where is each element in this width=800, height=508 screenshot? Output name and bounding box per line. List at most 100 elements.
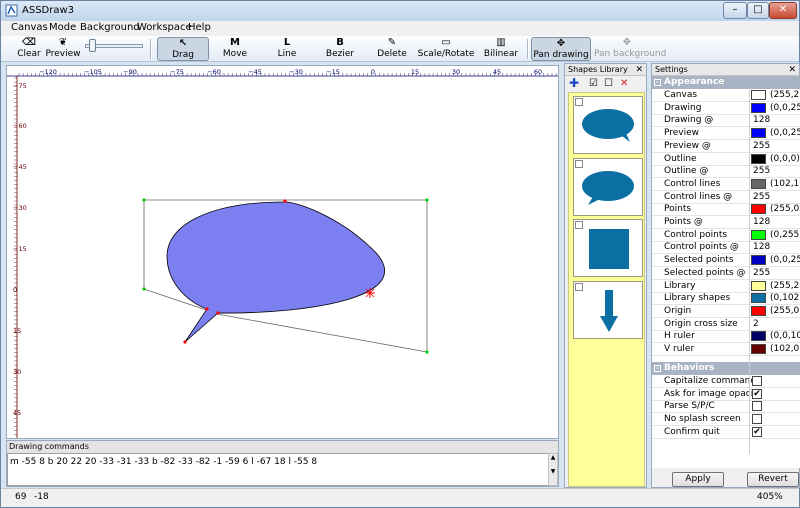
control-point[interactable]	[425, 198, 429, 202]
setting-value[interactable]: 255	[753, 191, 770, 203]
setting-value[interactable]: 2	[753, 318, 759, 330]
point[interactable]	[183, 340, 187, 344]
pan-background-button[interactable]: ✥ Pan background	[594, 37, 666, 61]
color-swatch[interactable]	[751, 90, 766, 100]
canvas-svg[interactable]: −120 −105 −90 −75 −60 −45 −30 −15 0 15 3…	[7, 66, 559, 439]
preview-opacity-slider-thumb[interactable]	[89, 39, 96, 52]
setting-value[interactable]: 128	[753, 114, 770, 126]
setting-row[interactable]: V ruler (102,0,0)	[652, 343, 800, 356]
color-swatch[interactable]	[751, 102, 766, 113]
menu-mode[interactable]: Mode	[49, 22, 76, 33]
color-swatch[interactable]	[751, 153, 766, 164]
drawing-canvas[interactable]: −120 −105 −90 −75 −60 −45 −30 −15 0 15 3…	[6, 65, 559, 439]
behavior-checkbox[interactable]: ✔	[752, 426, 762, 437]
setting-value[interactable]: 255	[753, 165, 770, 177]
pan-drawing-button[interactable]: ✥ Pan drawing	[531, 37, 591, 61]
minimize-button[interactable]: –	[723, 2, 747, 19]
setting-value[interactable]: 255	[753, 140, 770, 152]
bezier-mode-button[interactable]: B Bezier	[316, 37, 364, 61]
close-settings-icon[interactable]: ✕	[788, 64, 796, 76]
behavior-row[interactable]: No splash screen	[652, 413, 800, 427]
setting-row[interactable]: Origin cross size 2	[652, 318, 800, 331]
setting-row[interactable]: Control lines (102,102,102)	[652, 178, 800, 191]
library-item-checkbox[interactable]	[575, 160, 583, 168]
color-swatch[interactable]	[751, 255, 766, 266]
setting-row[interactable]: Drawing (0,0,255)	[652, 102, 800, 115]
library-item-checkbox[interactable]	[575, 98, 583, 106]
behavior-checkbox[interactable]: ✔	[752, 388, 762, 399]
drawing-commands-input[interactable]: m -55 8 b 20 22 20 -33 -31 -33 b -82 -33…	[7, 453, 549, 486]
drawing-commands-scrollbar[interactable]: ▲ ▼	[548, 453, 558, 486]
line-mode-button[interactable]: L Line	[265, 37, 309, 61]
behavior-checkbox[interactable]	[752, 376, 762, 386]
library-item-square[interactable]	[573, 219, 643, 277]
menu-workspace[interactable]: Workspace	[137, 22, 192, 33]
setting-row[interactable]: Library (255,255,153)	[652, 280, 800, 293]
preview-button[interactable]: ❦ Preview	[45, 37, 81, 61]
uncheck-all-icon[interactable]: ☐	[604, 78, 613, 89]
clear-button[interactable]: ⌫ Clear	[13, 37, 45, 61]
setting-row[interactable]: Preview @ 255	[652, 140, 800, 153]
check-all-icon[interactable]: ☑	[589, 78, 598, 89]
control-point[interactable]	[142, 198, 146, 202]
menu-background[interactable]: Background	[80, 22, 140, 33]
behavior-row[interactable]: Confirm quit ✔	[652, 426, 800, 439]
revert-button[interactable]: Revert	[747, 472, 799, 487]
behavior-row[interactable]: Capitalize commands	[652, 375, 800, 388]
menu-canvas[interactable]: Canvas	[11, 22, 48, 33]
behaviors-section[interactable]: - Behaviors	[652, 362, 800, 375]
scale-rotate-button[interactable]: ▭ Scale/Rotate	[417, 37, 475, 61]
close-button[interactable]: ✕	[769, 2, 797, 19]
color-swatch[interactable]	[751, 229, 766, 240]
setting-value[interactable]: 255	[753, 267, 770, 279]
add-shape-icon[interactable]: ✚	[569, 77, 579, 89]
setting-row[interactable]: Control points @ 128	[652, 241, 800, 255]
setting-row[interactable]: Library shapes (0,102,153)	[652, 292, 800, 306]
speech-bubble-shape[interactable]	[166, 201, 386, 343]
control-point[interactable]	[425, 350, 429, 354]
library-item-down-arrow[interactable]	[573, 281, 643, 339]
setting-row[interactable]: Selected points (0,0,255)	[652, 254, 800, 268]
library-item-checkbox[interactable]	[575, 221, 583, 229]
menu-help[interactable]: Help	[188, 22, 211, 33]
appearance-section[interactable]: - Appearance	[652, 76, 800, 89]
color-swatch[interactable]	[751, 293, 766, 304]
setting-row[interactable]: Drawing @ 128	[652, 114, 800, 128]
color-swatch[interactable]	[751, 204, 766, 215]
behavior-checkbox[interactable]	[752, 401, 762, 412]
move-mode-button[interactable]: M Move	[213, 37, 257, 61]
delete-shapes-icon[interactable]: ✕	[620, 78, 628, 89]
point[interactable]	[205, 307, 209, 311]
point[interactable]	[283, 199, 287, 203]
setting-row[interactable]: Preview (0,0,255)	[652, 127, 800, 141]
library-item-checkbox[interactable]	[575, 283, 583, 291]
behavior-row[interactable]: Parse S/P/C	[652, 400, 800, 414]
control-point[interactable]	[142, 287, 146, 291]
drag-mode-button[interactable]: ↖ Drag	[157, 37, 209, 61]
setting-row[interactable]: Points @ 128	[652, 216, 800, 229]
library-item-speech-bubble-left[interactable]	[573, 158, 643, 216]
color-swatch[interactable]	[751, 280, 766, 291]
collapse-icon[interactable]: -	[654, 365, 661, 372]
setting-row[interactable]: Control lines @ 255	[652, 191, 800, 204]
behavior-row[interactable]: Ask for image opacity ✔	[652, 388, 800, 401]
delete-mode-button[interactable]: ✎ Delete	[370, 37, 414, 61]
setting-value[interactable]: 128	[753, 241, 770, 253]
maximize-button[interactable]: □	[747, 2, 769, 19]
library-item-speech-bubble-right[interactable]	[573, 96, 643, 154]
setting-row[interactable]: H ruler (0,0,102)	[652, 330, 800, 344]
close-library-icon[interactable]: ✕	[635, 64, 643, 76]
setting-row[interactable]: Origin (255,0,0)	[652, 305, 800, 318]
point[interactable]	[216, 311, 220, 315]
setting-row[interactable]: Selected points @ 255	[652, 267, 800, 280]
color-swatch[interactable]	[751, 178, 766, 189]
color-swatch[interactable]	[751, 128, 766, 139]
setting-value[interactable]: 128	[753, 216, 770, 228]
setting-row[interactable]: Outline (0,0,0)	[652, 153, 800, 166]
setting-row[interactable]: Canvas (255,255,255)	[652, 89, 800, 102]
setting-row[interactable]: Points (255,0,0)	[652, 203, 800, 217]
apply-button[interactable]: Apply	[672, 472, 724, 487]
bilinear-button[interactable]: ▥ Bilinear	[479, 37, 523, 61]
color-swatch[interactable]	[751, 344, 766, 354]
collapse-icon[interactable]: -	[654, 79, 661, 86]
